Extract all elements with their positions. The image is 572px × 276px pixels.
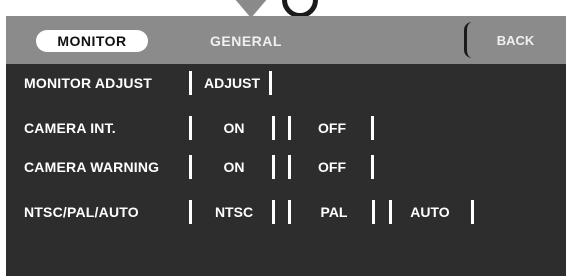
auto-option[interactable]: AUTO [398,199,462,225]
tab-monitor[interactable]: MONITOR [36,30,148,52]
divider [288,200,291,224]
monitor-menu-screen: MONITOR GENERAL BACK MONITOR ADJUST ADJU… [6,0,566,276]
divider [288,155,291,179]
on-option[interactable]: ON [202,154,266,180]
top-strip [6,0,566,18]
ntsc-option[interactable]: NTSC [201,199,267,225]
divider [389,200,392,224]
setting-row-monitor-adjust: MONITOR ADJUST ADJUST [6,70,566,96]
setting-label: CAMERA WARNING [24,159,160,175]
setting-row-ntsc-pal-auto: NTSC/PAL/AUTO NTSC PAL AUTO [6,199,566,225]
divider [269,71,272,95]
divider [189,71,192,95]
divider [272,155,275,179]
divider [272,116,275,140]
adjust-option[interactable]: ADJUST [196,70,268,96]
tab-bar: MONITOR GENERAL BACK [6,16,566,64]
off-option[interactable]: OFF [300,115,364,141]
divider [189,200,192,224]
divider [471,200,474,224]
setting-label: MONITOR ADJUST [24,75,153,91]
pal-option[interactable]: PAL [302,199,366,225]
off-option[interactable]: OFF [300,154,364,180]
setting-label: NTSC/PAL/AUTO [24,204,139,220]
setting-label: CAMERA INT. [24,120,116,136]
tab-general[interactable]: GENERAL [210,30,282,52]
divider [272,200,275,224]
divider [189,155,192,179]
divider [288,116,291,140]
divider [371,155,374,179]
divider [372,200,375,224]
setting-row-camera-int: CAMERA INT. ON OFF [6,115,566,141]
on-option[interactable]: ON [202,115,266,141]
divider [189,116,192,140]
divider [371,116,374,140]
back-button[interactable]: BACK [464,22,564,58]
setting-row-camera-warning: CAMERA WARNING ON OFF [6,154,566,180]
